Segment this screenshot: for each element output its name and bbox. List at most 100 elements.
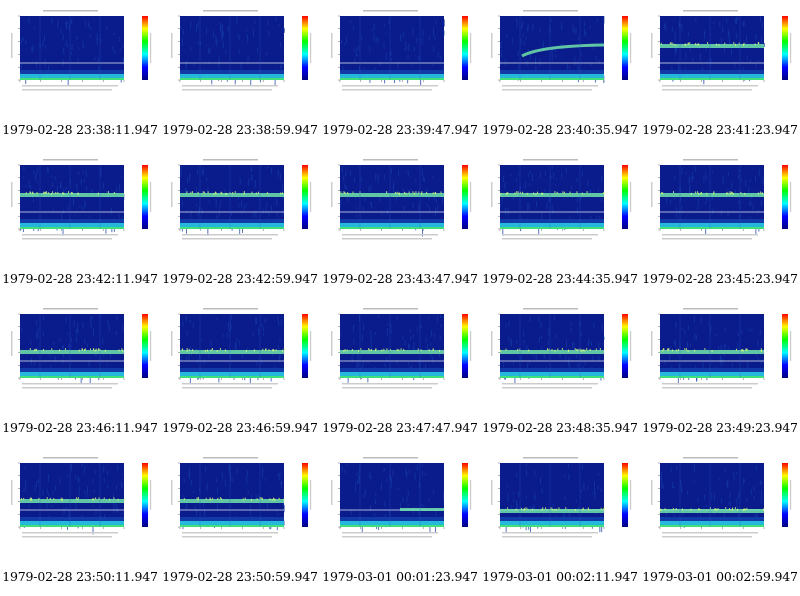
spectrogram-plot — [500, 463, 605, 534]
spectrogram-plot — [180, 314, 285, 384]
gallery-item[interactable]: 1979-02-28 23:46:11.947 — [0, 298, 160, 447]
spectrogram-plot — [20, 314, 124, 384]
spectrogram-thumbnail[interactable] — [328, 455, 478, 555]
spectrogram-plot — [500, 16, 605, 84]
thumbnail-caption[interactable]: 1979-02-28 23:49:23.947 — [640, 420, 800, 435]
spectrogram-thumbnail[interactable] — [488, 157, 638, 257]
thumbnail-caption[interactable]: 1979-02-28 23:40:35.947 — [480, 122, 640, 137]
colorbar — [782, 165, 788, 229]
gallery-item[interactable]: 1979-02-28 23:41:23.947 — [640, 0, 800, 149]
thumbnail-caption[interactable]: 1979-02-28 23:39:47.947 — [320, 122, 480, 137]
colorbar — [462, 314, 468, 378]
spectrogram-thumbnail[interactable] — [488, 306, 638, 406]
spectrogram-plot — [500, 314, 605, 384]
gallery-item[interactable]: 1979-02-28 23:44:35.947 — [480, 149, 640, 298]
colorbar — [622, 314, 628, 378]
gallery-item[interactable]: 1979-02-28 23:39:47.947 — [320, 0, 480, 149]
gallery-item[interactable]: 1979-02-28 23:40:35.947 — [480, 0, 640, 149]
colorbar — [142, 463, 148, 527]
spectrogram-thumbnail[interactable] — [328, 306, 478, 406]
colorbar — [302, 165, 308, 229]
gallery-item[interactable]: 1979-02-28 23:47:47.947 — [320, 298, 480, 447]
spectrogram-plot — [340, 314, 444, 383]
colorbar — [782, 16, 788, 80]
spectrogram-thumbnail[interactable] — [168, 8, 318, 108]
thumbnail-caption[interactable]: 1979-03-01 00:01:23.947 — [320, 569, 480, 584]
spectrogram-plot — [500, 165, 605, 236]
spectrogram-thumbnail[interactable] — [8, 157, 158, 257]
colorbar — [142, 165, 148, 229]
thumbnail-caption[interactable]: 1979-02-28 23:44:35.947 — [480, 271, 640, 286]
spectrogram-plot — [180, 16, 285, 86]
colorbar — [462, 165, 468, 229]
thumbnail-caption[interactable]: 1979-03-01 00:02:11.947 — [480, 569, 640, 584]
spectrogram-plot — [180, 165, 284, 236]
gallery-item[interactable]: 1979-02-28 23:38:59.947 — [160, 0, 320, 149]
spectrogram-plot — [660, 165, 764, 235]
spectrogram-thumbnail[interactable] — [328, 157, 478, 257]
spectrogram-plot — [340, 16, 445, 86]
spectrogram-thumbnail[interactable] — [168, 455, 318, 555]
thumbnail-caption[interactable]: 1979-02-28 23:45:23.947 — [640, 271, 800, 286]
spectrogram-thumbnail[interactable] — [488, 8, 638, 108]
colorbar — [142, 16, 148, 80]
colorbar — [142, 314, 148, 378]
thumbnail-caption[interactable]: 1979-02-28 23:46:59.947 — [160, 420, 320, 435]
colorbar — [302, 463, 308, 527]
spectrogram-thumbnail[interactable] — [648, 157, 798, 257]
colorbar — [622, 165, 628, 229]
thumbnail-caption[interactable]: 1979-02-28 23:50:59.947 — [160, 569, 320, 584]
spectrogram-plot — [20, 165, 125, 236]
spectrogram-thumbnail[interactable] — [8, 8, 158, 108]
gallery-item[interactable]: 1979-02-28 23:42:11.947 — [0, 149, 160, 298]
gallery-item[interactable]: 1979-02-28 23:42:59.947 — [160, 149, 320, 298]
thumbnail-caption[interactable]: 1979-03-01 00:02:59.947 — [640, 569, 800, 584]
colorbar — [622, 16, 628, 80]
spectrogram-plot — [180, 463, 285, 531]
spectrogram-thumbnail[interactable] — [8, 455, 158, 555]
spectrogram-thumbnail[interactable] — [168, 306, 318, 406]
gallery-item[interactable]: 1979-02-28 23:43:47.947 — [320, 149, 480, 298]
spectrogram-plot — [660, 463, 765, 528]
spectrogram-plot — [20, 463, 125, 535]
colorbar — [622, 463, 628, 527]
spectrogram-thumbnail[interactable] — [168, 157, 318, 257]
spectrogram-plot — [660, 16, 765, 85]
thumbnail-caption[interactable]: 1979-02-28 23:42:59.947 — [160, 271, 320, 286]
spectrogram-plot — [340, 165, 445, 237]
gallery-item[interactable]: 1979-03-01 00:01:23.947 — [320, 447, 480, 596]
spectrogram-thumbnail[interactable] — [328, 8, 478, 108]
spectrogram-thumbnail[interactable] — [648, 8, 798, 108]
spectrogram-thumbnail[interactable] — [648, 306, 798, 406]
thumbnail-caption[interactable]: 1979-02-28 23:50:11.947 — [0, 569, 160, 584]
thumbnail-caption[interactable]: 1979-02-28 23:38:11.947 — [0, 122, 160, 137]
gallery-item[interactable]: 1979-03-01 00:02:11.947 — [480, 447, 640, 596]
spectrogram-gallery: 1979-02-28 23:38:11.947 1979-02-28 23:38:… — [0, 0, 800, 596]
gallery-item[interactable]: 1979-02-28 23:38:11.947 — [0, 0, 160, 149]
gallery-item[interactable]: 1979-02-28 23:49:23.947 — [640, 298, 800, 447]
spectrogram-thumbnail[interactable] — [488, 455, 638, 555]
gallery-item[interactable]: 1979-02-28 23:50:59.947 — [160, 447, 320, 596]
gallery-item[interactable]: 1979-02-28 23:45:23.947 — [640, 149, 800, 298]
colorbar — [462, 463, 468, 527]
colorbar — [302, 314, 308, 378]
gallery-item[interactable]: 1979-03-01 00:02:59.947 — [640, 447, 800, 596]
thumbnail-caption[interactable]: 1979-02-28 23:46:11.947 — [0, 420, 160, 435]
spectrogram-plot — [660, 314, 764, 385]
thumbnail-caption[interactable]: 1979-02-28 23:41:23.947 — [640, 122, 800, 137]
thumbnail-caption[interactable]: 1979-02-28 23:42:11.947 — [0, 271, 160, 286]
spectrogram-plot — [20, 16, 125, 86]
thumbnail-caption[interactable]: 1979-02-28 23:48:35.947 — [480, 420, 640, 435]
thumbnail-caption[interactable]: 1979-02-28 23:38:59.947 — [160, 122, 320, 137]
gallery-item[interactable]: 1979-02-28 23:48:35.947 — [480, 298, 640, 447]
colorbar — [302, 16, 308, 80]
colorbar — [462, 16, 468, 80]
gallery-item[interactable]: 1979-02-28 23:46:59.947 — [160, 298, 320, 447]
thumbnail-caption[interactable]: 1979-02-28 23:43:47.947 — [320, 271, 480, 286]
spectrogram-thumbnail[interactable] — [8, 306, 158, 406]
gallery-item[interactable]: 1979-02-28 23:50:11.947 — [0, 447, 160, 596]
spectrogram-plot — [340, 463, 444, 533]
colorbar — [782, 463, 788, 527]
spectrogram-thumbnail[interactable] — [648, 455, 798, 555]
thumbnail-caption[interactable]: 1979-02-28 23:47:47.947 — [320, 420, 480, 435]
